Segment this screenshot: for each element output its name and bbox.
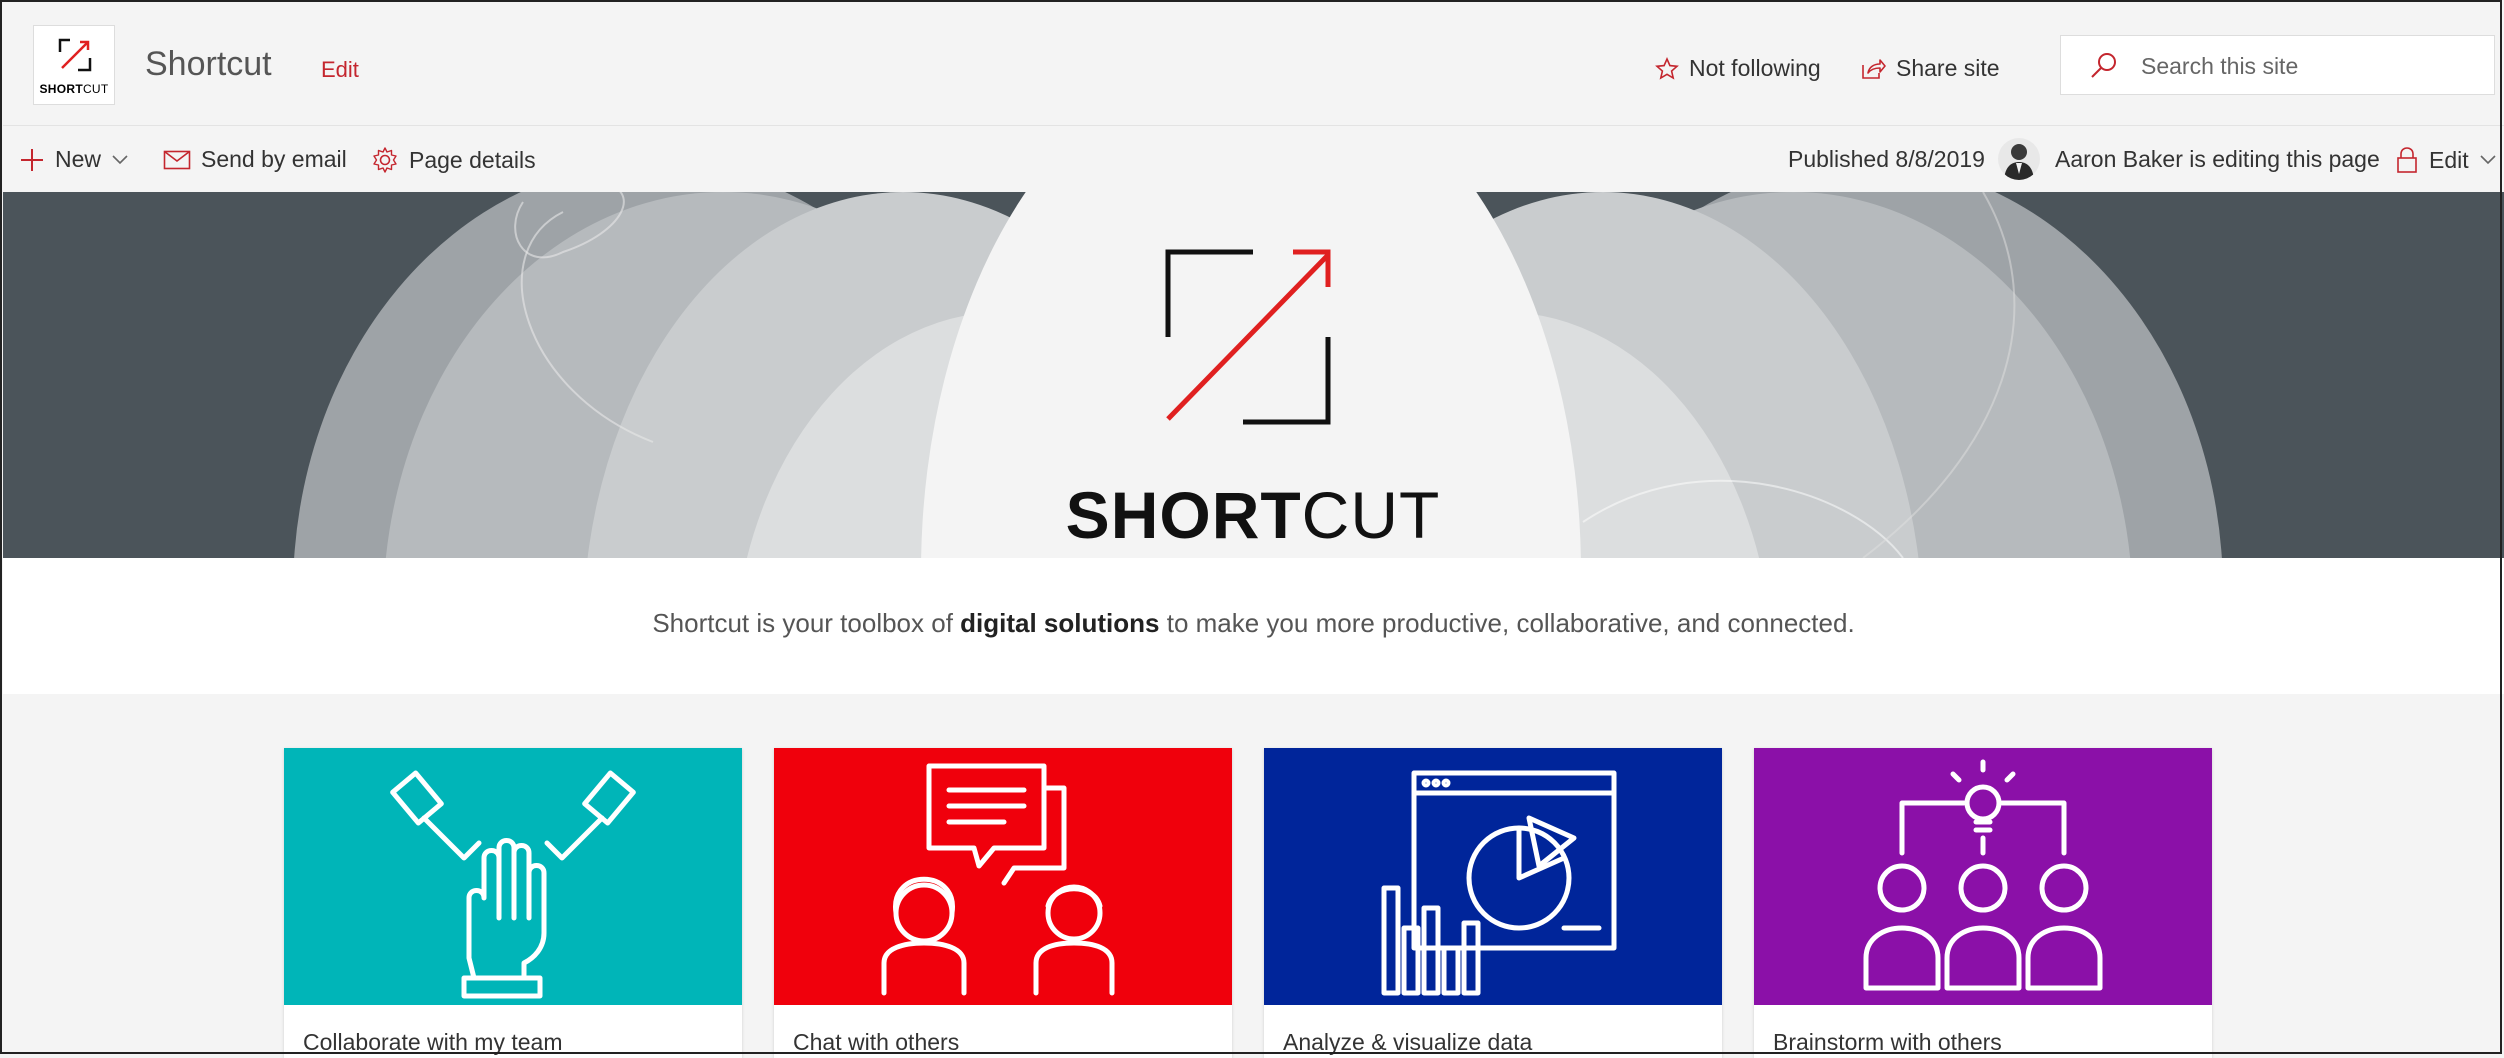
logo-mark-icon (58, 38, 92, 72)
page-details-button[interactable]: Page details (371, 146, 536, 174)
tile-image (774, 748, 1232, 1005)
user-photo-icon (2004, 144, 2034, 180)
logo-text: SHORTCUT (39, 82, 109, 96)
hands-together-icon (390, 770, 636, 999)
search-box[interactable] (2060, 35, 2495, 95)
new-button[interactable]: New (19, 146, 129, 173)
chevron-down-icon (112, 154, 128, 164)
send-by-email-button[interactable]: Send by email (163, 146, 347, 173)
tile-label: Brainstorm with others (1773, 1029, 2002, 1055)
follow-button[interactable]: Not following (1655, 55, 1821, 82)
share-site-button[interactable]: Share site (1860, 55, 2000, 82)
follow-label: Not following (1689, 55, 1821, 81)
tile-analyze[interactable]: Analyze & visualize data (1264, 748, 1722, 1058)
share-label: Share site (1896, 55, 2000, 81)
site-edit-link[interactable]: Edit (321, 57, 359, 83)
share-icon (1862, 58, 1886, 79)
plus-icon (21, 148, 43, 171)
site-title[interactable]: Shortcut (145, 45, 272, 84)
tile-brainstorm[interactable]: Brainstorm with others (1754, 748, 2212, 1058)
gear-icon (373, 147, 397, 173)
site-header: SHORTCUT Shortcut Edit Not following Sha… (3, 3, 2504, 126)
tile-label: Analyze & visualize data (1283, 1029, 1533, 1055)
data-chart-icon (1381, 770, 1617, 996)
tile-image (1754, 748, 2212, 1005)
new-label: New (55, 146, 102, 172)
site-logo[interactable]: SHORTCUT (33, 25, 115, 105)
tile-label: Collaborate with my team (303, 1029, 563, 1055)
editor-status: Aaron Baker is editing this page (2055, 146, 2380, 172)
chevron-down-icon (2480, 155, 2496, 165)
published-date: Published 8/8/2019 (1788, 146, 1985, 172)
description-band: Shortcut is your toolbox of digital solu… (3, 558, 2504, 694)
hero-banner: SHORTCUT (3, 192, 2504, 558)
hero-logo-mark-icon (1165, 249, 1331, 425)
hero-brand-text: SHORTCUT (1065, 478, 1441, 552)
star-icon (1655, 56, 1679, 80)
tile-collaborate[interactable]: Collaborate with my team (284, 748, 742, 1058)
brainstorm-icon (1863, 759, 2103, 991)
description-text: Shortcut is your toolbox of digital solu… (652, 608, 1855, 638)
tile-image (284, 748, 742, 1005)
tile-chat[interactable]: Chat with others (774, 748, 1232, 1058)
tile-image (1264, 748, 1722, 1005)
email-label: Send by email (201, 146, 347, 172)
lock-icon (2397, 147, 2417, 173)
avatar[interactable] (1998, 138, 2040, 180)
page-details-label: Page details (409, 146, 536, 173)
search-input[interactable] (2139, 48, 2473, 84)
chat-people-icon (881, 763, 1115, 996)
mail-icon (163, 150, 191, 169)
edit-page-label: Edit (2429, 146, 2469, 173)
edit-page-button[interactable]: Edit (2395, 146, 2497, 174)
command-bar: New Send by email Page details Published… (3, 126, 2504, 192)
tile-label: Chat with others (793, 1029, 960, 1055)
search-icon (2091, 53, 2116, 78)
